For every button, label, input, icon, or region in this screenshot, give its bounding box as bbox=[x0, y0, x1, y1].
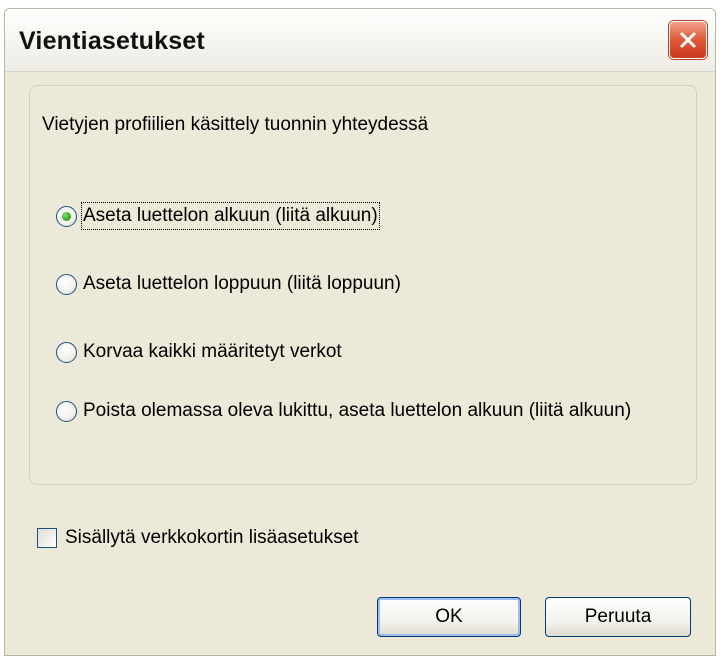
radio-replace-all[interactable]: Korvaa kaikki määritetyt verkot bbox=[56, 340, 342, 364]
radio-append[interactable]: Aseta luettelon loppuun (liitä loppuun) bbox=[56, 272, 401, 296]
checkbox-label[interactable]: Sisällytä verkkokortin lisäasetukset bbox=[65, 527, 359, 549]
radio-label[interactable]: Korvaa kaikki määritetyt verkot bbox=[83, 340, 342, 364]
radio-remove-locked-prepend[interactable]: Poista olemassa oleva lukittu, aseta lue… bbox=[56, 400, 643, 422]
include-adapter-settings-checkbox[interactable] bbox=[37, 528, 57, 548]
radio-button[interactable] bbox=[56, 400, 77, 422]
radio-selected-dot bbox=[62, 211, 71, 221]
group-label: Vietyjen profiilien käsittely tuonnin yh… bbox=[42, 114, 429, 135]
close-icon bbox=[680, 32, 696, 48]
dialog-title: Vientiasetukset bbox=[19, 27, 205, 55]
radio-label[interactable]: Aseta luettelon alkuun (liitä alkuun) bbox=[81, 202, 380, 230]
cancel-button[interactable]: Peruuta bbox=[545, 597, 691, 637]
radio-button[interactable] bbox=[56, 273, 77, 295]
radio-button[interactable] bbox=[56, 341, 77, 363]
close-button[interactable] bbox=[669, 21, 707, 59]
radio-label[interactable]: Aseta luettelon loppuun (liitä loppuun) bbox=[83, 272, 401, 296]
import-handling-group: Vietyjen profiilien käsittely tuonnin yh… bbox=[29, 85, 697, 485]
ok-button[interactable]: OK bbox=[377, 597, 521, 637]
export-settings-dialog: Vientiasetukset Vietyjen profiilien käsi… bbox=[4, 8, 716, 656]
include-adapter-settings-checkbox-row[interactable]: Sisällytä verkkokortin lisäasetukset bbox=[37, 527, 359, 549]
radio-label[interactable]: Poista olemassa oleva lukittu, aseta lue… bbox=[83, 400, 643, 422]
radio-button[interactable] bbox=[56, 205, 77, 227]
radio-prepend[interactable]: Aseta luettelon alkuun (liitä alkuun) bbox=[56, 202, 380, 230]
title-bar[interactable]: Vientiasetukset bbox=[5, 9, 715, 72]
